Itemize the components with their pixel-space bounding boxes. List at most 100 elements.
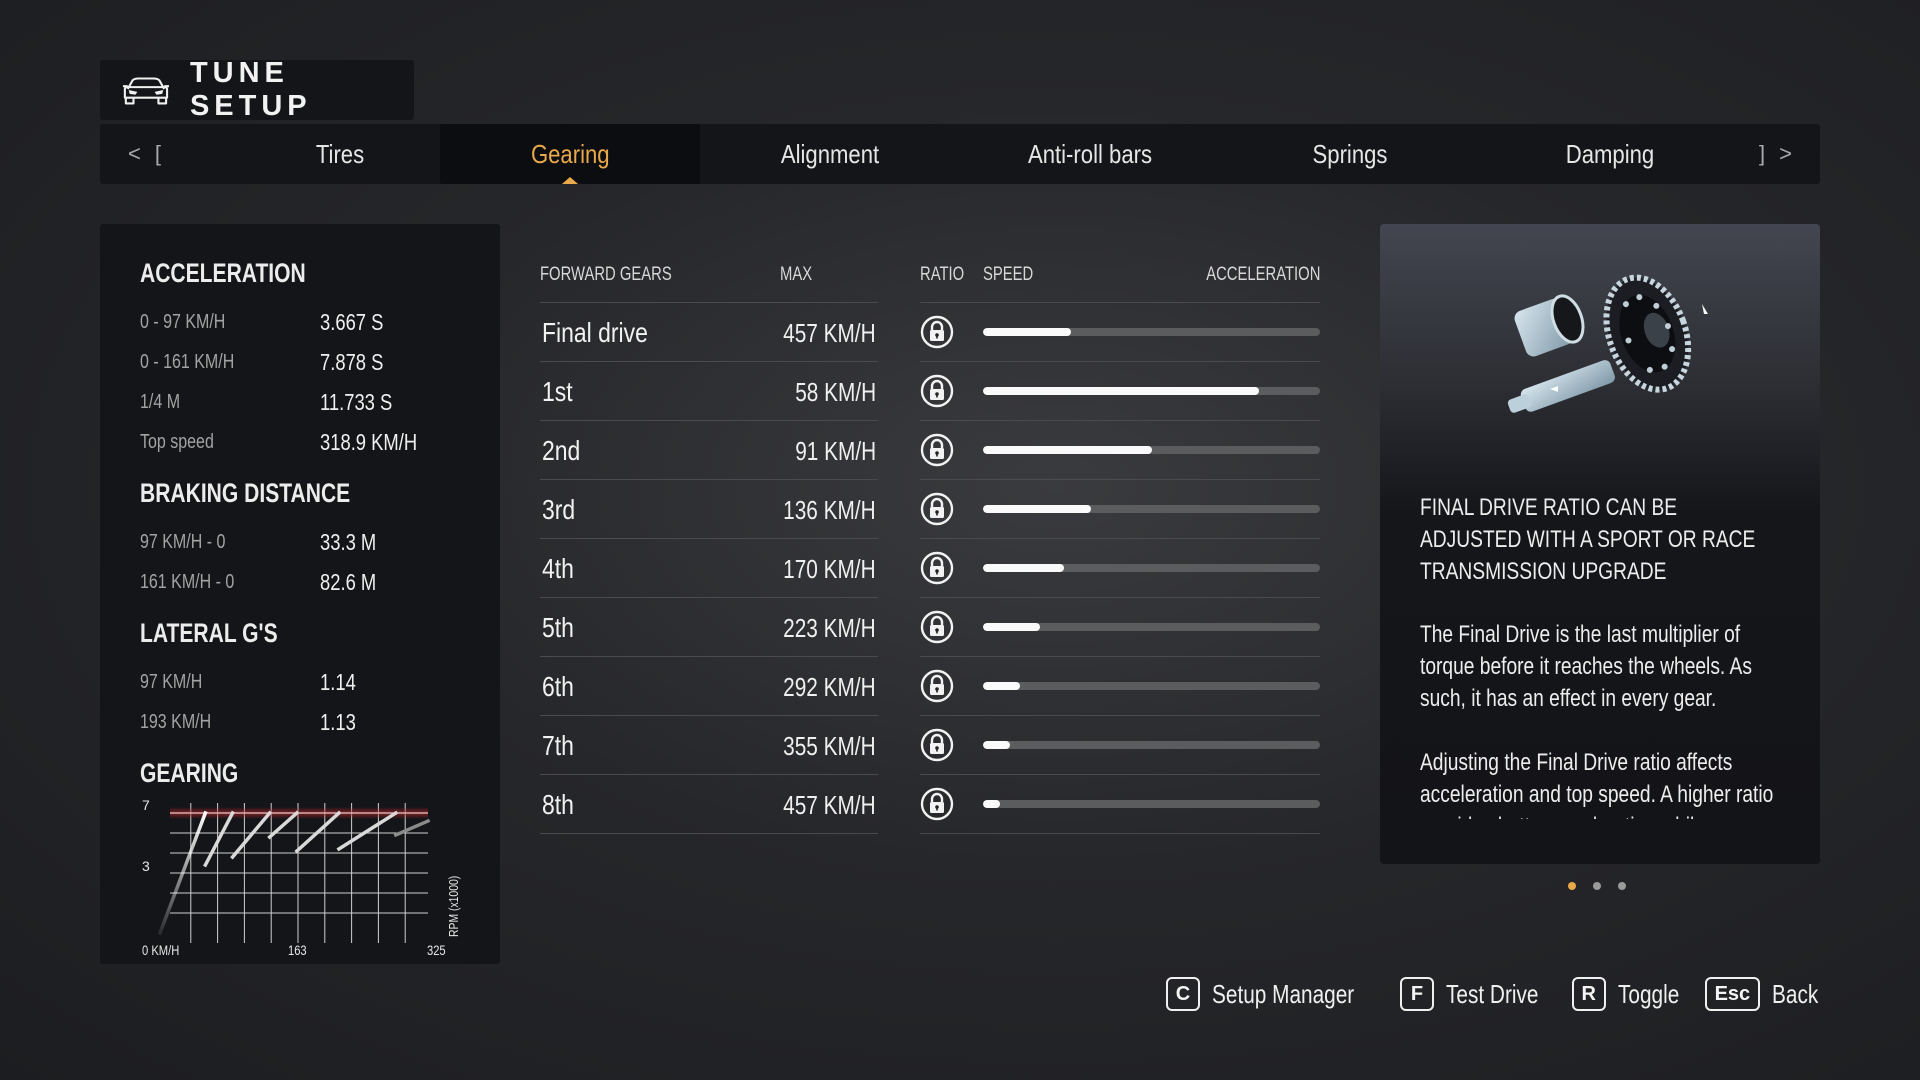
ratio-slider-fill (983, 682, 1021, 690)
lock-icon[interactable] (920, 551, 954, 585)
tab-gearing[interactable]: Gearing (440, 124, 700, 184)
next-tab-key-hint: ] (1759, 141, 1766, 166)
page-dot-3[interactable] (1618, 882, 1626, 890)
stat-value: 1.13 (320, 709, 356, 735)
toggle-button[interactable]: R Toggle (1571, 977, 1679, 1011)
x-tick-label: 325 (427, 943, 446, 958)
chevron-left-icon: < (128, 141, 141, 166)
page-dot-1[interactable] (1568, 882, 1576, 890)
stat-value: 82.6 M (320, 569, 377, 595)
gear-max-speed: 223 KM/H (783, 613, 876, 643)
gear-row[interactable]: 3rd 136 KM/H (540, 480, 1320, 539)
gear-name: 8th (542, 789, 574, 820)
lock-icon[interactable] (920, 492, 954, 526)
tab-tires[interactable]: Tires (230, 124, 451, 184)
gear-row[interactable]: 5th 223 KM/H (540, 598, 1320, 657)
ratio-slider-fill (983, 800, 1000, 808)
lock-icon[interactable] (920, 787, 954, 821)
car-front-icon (122, 77, 169, 105)
column-header-speed: SPEED (983, 264, 1034, 285)
stat-label: 97 KM/H (140, 671, 203, 693)
ratio-slider[interactable] (983, 623, 1320, 631)
ratio-slider-fill (983, 505, 1091, 513)
hint-label: Back (1772, 978, 1819, 1009)
prev-tab-key-hint: [ (154, 141, 161, 166)
performance-stats-panel: ACCELERATION 0 - 97 KM/H 3.667 S 0 - 161… (100, 224, 500, 964)
ratio-slider[interactable] (983, 328, 1320, 336)
gear-name: 5th (542, 612, 574, 643)
y-axis-label: RPM (x1000) (447, 876, 461, 937)
gear-row[interactable]: 2nd 91 KM/H (540, 421, 1320, 480)
column-header-acceleration: ACCELERATION (1205, 264, 1320, 285)
stat-value: 3.667 S (320, 309, 384, 335)
ratio-slider[interactable] (983, 564, 1320, 572)
y-tick-label: 3 (142, 858, 150, 874)
key-f-icon: F (1399, 977, 1434, 1011)
back-button[interactable]: Esc Back (1704, 977, 1818, 1011)
info-panel: FINAL DRIVE RATIO CAN BE ADJUSTED WITH A… (1380, 224, 1820, 864)
x-tick-label: 163 (288, 943, 307, 958)
ratio-slider[interactable] (983, 446, 1320, 454)
ratio-slider[interactable] (983, 682, 1320, 690)
gearing-heading: GEARING (140, 758, 239, 788)
acceleration-heading: ACCELERATION (140, 258, 306, 288)
stat-label: 0 - 97 KM/H (140, 311, 226, 333)
tab-anti-roll-bars[interactable]: Anti-roll bars (980, 124, 1201, 184)
lock-icon[interactable] (920, 669, 954, 703)
stat-value: 1.14 (320, 669, 356, 695)
y-tick-label: 7 (142, 797, 150, 813)
tab-alignment[interactable]: Alignment (720, 124, 941, 184)
column-header-forward-gears: FORWARD GEARS (540, 264, 672, 285)
hint-label: Setup Manager (1212, 978, 1355, 1009)
tab-springs[interactable]: Springs (1240, 124, 1461, 184)
x-tick-label: 0 KM/H (142, 943, 179, 958)
gearing-rpm-chart: 7 3 0 KM/H 163 325 RPM (x1000) (142, 797, 461, 958)
tab-next-button[interactable]: ] > (1759, 124, 1792, 184)
lock-icon[interactable] (920, 315, 954, 349)
ratio-slider[interactable] (983, 387, 1320, 395)
gear-name: 7th (542, 730, 574, 761)
gear-row[interactable]: 8th 457 KM/H (540, 775, 1320, 834)
key-esc-icon: Esc (1704, 977, 1761, 1011)
stat-value: 318.9 KM/H (320, 429, 418, 455)
stat-label: 97 KM/H - 0 (140, 531, 226, 553)
stat-value: 11.733 S (320, 389, 393, 415)
chevron-right-icon: > (1779, 141, 1792, 166)
divider (540, 833, 878, 834)
gear-row[interactable]: 6th 292 KM/H (540, 657, 1320, 716)
hint-label: Toggle (1617, 978, 1680, 1009)
gear-line-3rd (230, 810, 273, 860)
gear-name: 3rd (542, 494, 576, 525)
lock-icon[interactable] (920, 374, 954, 408)
gear-max-speed: 170 KM/H (783, 554, 876, 584)
gear-row[interactable]: 4th 170 KM/H (540, 539, 1320, 598)
gear-max-speed: 355 KM/H (783, 731, 876, 761)
braking-distance-heading: BRAKING DISTANCE (140, 478, 351, 508)
gear-row[interactable]: 7th 355 KM/H (540, 716, 1320, 775)
stat-label: 161 KM/H - 0 (140, 571, 235, 593)
stat-label: Top speed (140, 431, 214, 453)
page-dot-2[interactable] (1593, 882, 1601, 890)
lock-icon[interactable] (920, 433, 954, 467)
lock-icon[interactable] (920, 610, 954, 644)
info-heading: FINAL DRIVE RATIO CAN BE ADJUSTED WITH A… (1420, 494, 1756, 585)
tab-prev-button[interactable]: < [ (128, 124, 161, 184)
gear-name: 1st (542, 376, 573, 407)
gear-row[interactable]: 1st 58 KM/H (540, 362, 1320, 421)
gear-row[interactable]: Final drive 457 KM/H (540, 303, 1320, 362)
ratio-slider-fill (983, 387, 1260, 395)
test-drive-button[interactable]: F Test Drive (1399, 977, 1538, 1011)
tab-bar: < [ Tires Gearing Alignment Anti-roll ba… (100, 124, 1820, 184)
gear-name: 2nd (542, 435, 581, 466)
stat-value: 33.3 M (320, 529, 377, 555)
setup-manager-button[interactable]: C Setup Manager (1165, 977, 1360, 1011)
ratio-slider[interactable] (983, 800, 1320, 808)
lock-icon[interactable] (920, 728, 954, 762)
ratio-slider-fill (983, 741, 1010, 749)
ratio-slider[interactable] (983, 741, 1320, 749)
tab-damping[interactable]: Damping (1500, 124, 1721, 184)
ratio-slider-fill (983, 564, 1064, 572)
hint-label: Test Drive (1445, 978, 1539, 1009)
ratio-slider[interactable] (983, 505, 1320, 513)
ratio-slider-fill (983, 446, 1152, 454)
